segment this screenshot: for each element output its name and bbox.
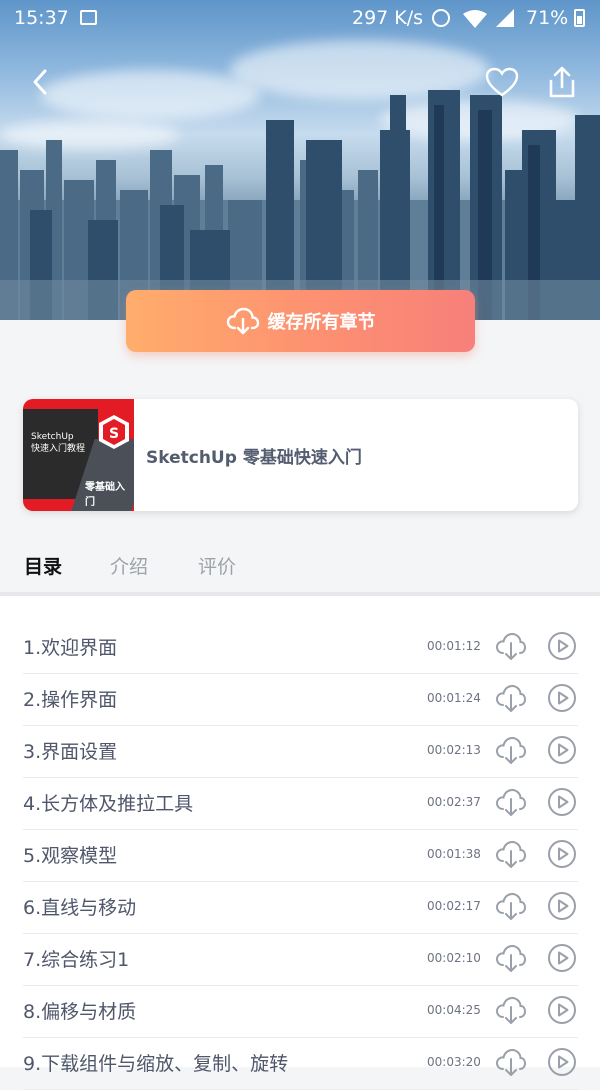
battery-percent: 71% xyxy=(526,7,569,29)
share-button[interactable] xyxy=(544,64,580,100)
download-icon[interactable] xyxy=(495,1047,527,1077)
sketchup-logo-icon: S xyxy=(99,415,129,449)
play-icon[interactable] xyxy=(547,995,577,1025)
chapter-title: 5.观察模型 xyxy=(23,845,118,867)
chevron-left-icon xyxy=(33,69,47,95)
cache-all-chapters-button[interactable]: 缓存所有章节 xyxy=(126,290,475,352)
play-icon[interactable] xyxy=(547,735,577,765)
chapter-duration: 00:01:38 xyxy=(427,847,481,861)
course-title: SketchUp 零基础快速入门 xyxy=(146,448,362,468)
chapter-list: 1.欢迎界面 00:01:12 2.操作界面 00:01:24 3.界面设置 0… xyxy=(0,596,600,1090)
chapter-duration: 00:02:37 xyxy=(427,795,481,809)
thumb-tag: 零基础入门 xyxy=(85,482,125,508)
chapter-row[interactable]: 4.长方体及推拉工具 00:02:37 xyxy=(23,777,578,830)
play-icon[interactable] xyxy=(547,839,577,869)
cloud-download-icon xyxy=(226,307,259,335)
status-time: 15:37 xyxy=(14,7,69,29)
city-skyline-image xyxy=(0,90,600,320)
chapter-row[interactable]: 9.下载组件与缩放、复制、旋转 00:03:20 xyxy=(23,1037,578,1090)
alarm-icon xyxy=(432,9,450,27)
chapter-duration: 00:01:12 xyxy=(427,639,481,653)
play-icon[interactable] xyxy=(547,891,577,921)
play-icon[interactable] xyxy=(547,683,577,713)
download-icon[interactable] xyxy=(495,787,527,817)
chapter-title: 4.长方体及推拉工具 xyxy=(23,793,194,815)
gallery-icon xyxy=(80,10,97,25)
tab-reviews[interactable]: 评价 xyxy=(198,552,236,579)
share-icon xyxy=(549,66,575,98)
chapter-title: 9.下载组件与缩放、复制、旋转 xyxy=(23,1053,289,1075)
heart-outline-icon xyxy=(485,67,519,97)
svg-text:S: S xyxy=(109,426,119,442)
wifi-icon xyxy=(463,10,487,28)
chapter-title: 3.界面设置 xyxy=(23,741,118,763)
back-button[interactable] xyxy=(22,64,58,100)
download-icon[interactable] xyxy=(495,839,527,869)
tab-intro[interactable]: 介绍 xyxy=(110,552,148,579)
battery-icon xyxy=(574,9,585,27)
download-icon[interactable] xyxy=(495,943,527,973)
thumb-line2: 快速入门教程 xyxy=(31,444,86,454)
chapter-row[interactable]: 1.欢迎界面 00:01:12 xyxy=(23,621,578,674)
chapter-row[interactable]: 6.直线与移动 00:02:17 xyxy=(23,881,578,934)
network-speed: 297 K/s xyxy=(352,7,424,29)
download-icon[interactable] xyxy=(495,735,527,765)
chapter-title: 7.综合练习1 xyxy=(23,949,130,971)
thumb-line1: SketchUp xyxy=(31,432,74,442)
chapter-row[interactable]: 7.综合练习1 00:02:10 xyxy=(23,933,578,986)
chapter-duration: 00:02:13 xyxy=(427,743,481,757)
tab-catalog[interactable]: 目录 xyxy=(24,552,62,579)
course-thumbnail: SketchUp 快速入门教程 S 零基础入门 xyxy=(23,399,134,511)
download-icon[interactable] xyxy=(495,683,527,713)
chapter-title: 2.操作界面 xyxy=(23,689,118,711)
download-icon[interactable] xyxy=(495,891,527,921)
favorite-button[interactable] xyxy=(484,64,520,100)
play-icon[interactable] xyxy=(547,943,577,973)
hero-banner xyxy=(0,0,600,320)
chapter-duration: 00:02:10 xyxy=(427,951,481,965)
play-icon[interactable] xyxy=(547,787,577,817)
chapter-duration: 00:02:17 xyxy=(427,899,481,913)
chapter-title: 6.直线与移动 xyxy=(23,897,137,919)
chapter-row[interactable]: 2.操作界面 00:01:24 xyxy=(23,673,578,726)
chapter-duration: 00:01:24 xyxy=(427,691,481,705)
chapter-row[interactable]: 3.界面设置 00:02:13 xyxy=(23,725,578,778)
tab-bar: 目录 介绍 评价 xyxy=(0,534,600,597)
cellular-signal-icon xyxy=(496,9,514,27)
chapter-duration: 00:04:25 xyxy=(427,1003,481,1017)
play-icon[interactable] xyxy=(547,1047,577,1077)
chapter-row[interactable]: 5.观察模型 00:01:38 xyxy=(23,829,578,882)
chapter-title: 8.偏移与材质 xyxy=(23,1001,137,1023)
cache-all-label: 缓存所有章节 xyxy=(267,312,376,333)
course-card[interactable]: SketchUp 快速入门教程 S 零基础入门 SketchUp 零基础快速入门 xyxy=(23,399,578,511)
chapter-row[interactable]: 8.偏移与材质 00:04:25 xyxy=(23,985,578,1038)
chapter-title: 1.欢迎界面 xyxy=(23,637,118,659)
status-bar: 15:37 297 K/s 71% xyxy=(0,0,600,36)
download-icon[interactable] xyxy=(495,631,527,661)
download-icon[interactable] xyxy=(495,995,527,1025)
play-icon[interactable] xyxy=(547,631,577,661)
thumb-caption: SketchUp 快速入门教程 xyxy=(31,431,85,455)
